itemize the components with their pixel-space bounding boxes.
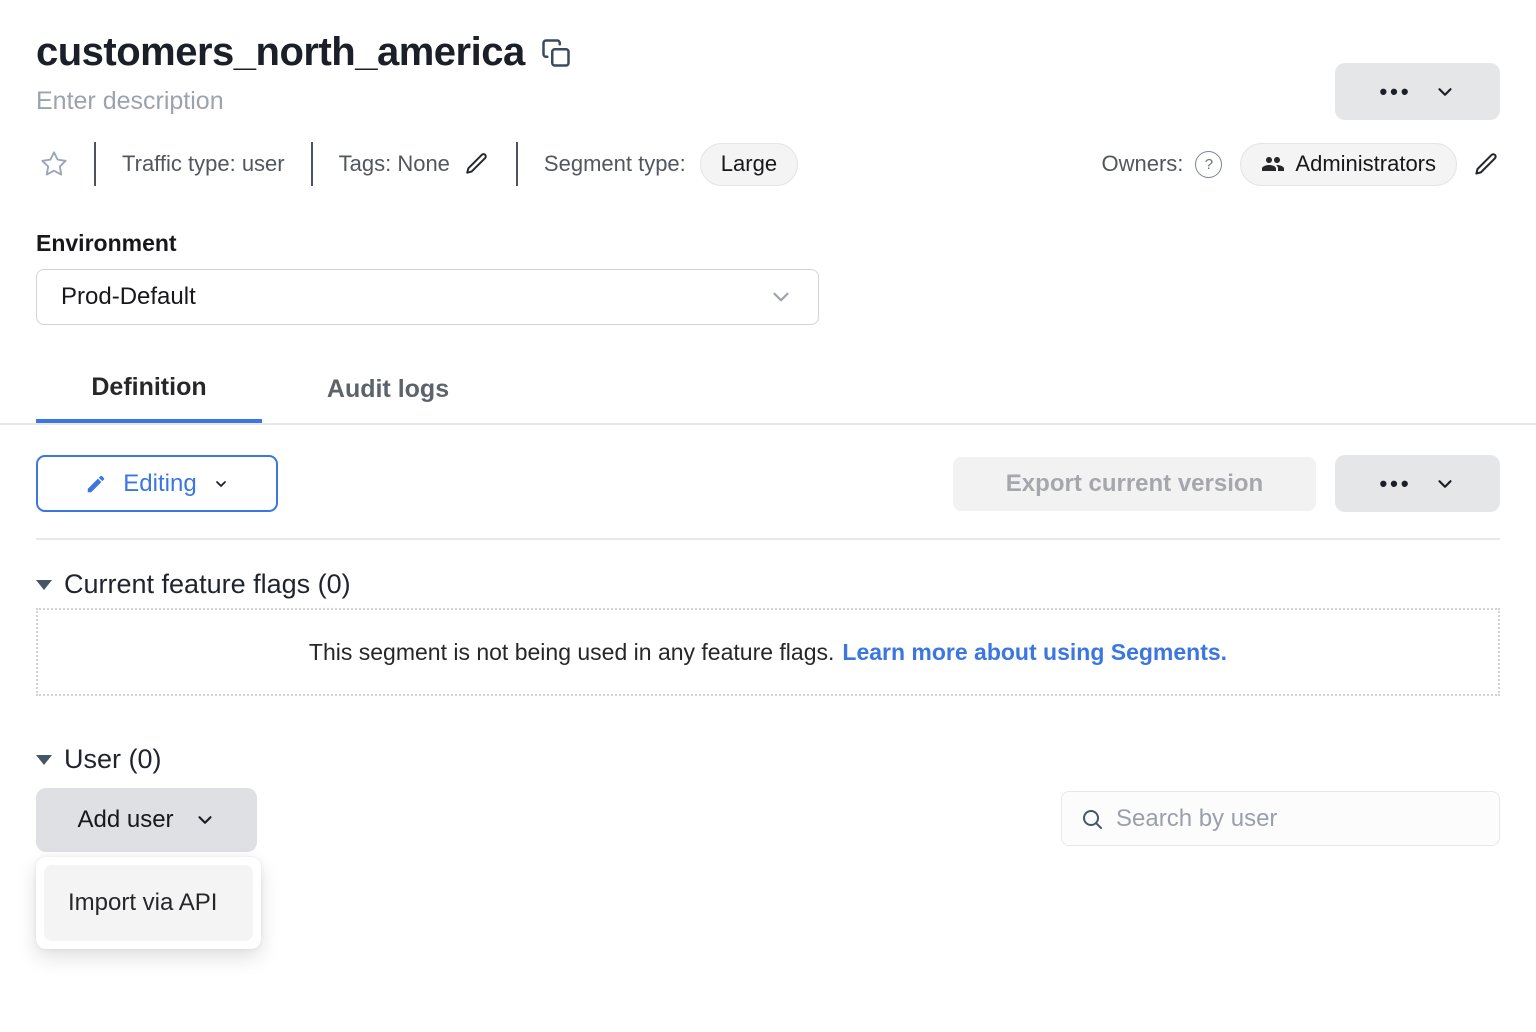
add-user-dropdown: Add user Import via API: [36, 788, 257, 852]
copy-icon[interactable]: [541, 38, 571, 68]
learn-more-link[interactable]: Learn more about using Segments.: [842, 639, 1227, 666]
divider: [516, 142, 518, 186]
tags-label: Tags: None: [339, 151, 450, 177]
header: customers_north_america •••: [36, 30, 1500, 75]
user-section-toggle[interactable]: User (0): [36, 744, 1500, 775]
feature-flags-heading: Current feature flags (0): [64, 569, 351, 600]
description-placeholder[interactable]: Enter description: [36, 87, 1500, 116]
user-search[interactable]: [1061, 791, 1500, 846]
segment-detail-page: customers_north_america ••• Enter descri…: [0, 30, 1536, 1032]
traffic-type-label: Traffic type: user: [122, 151, 285, 177]
pencil-icon: [85, 473, 107, 495]
chevron-down-icon: [1434, 473, 1456, 495]
feature-flags-empty-text: This segment is not being used in any fe…: [309, 639, 834, 666]
add-user-label: Add user: [77, 806, 173, 834]
owners-label: Owners:: [1101, 151, 1183, 177]
segment-type-badge: Large: [700, 143, 798, 186]
search-by-user-input[interactable]: [1116, 805, 1481, 833]
star-icon[interactable]: [40, 150, 68, 178]
segment-type-label: Segment type:: [544, 151, 686, 177]
search-icon: [1080, 807, 1104, 831]
environment-select[interactable]: Prod-Default: [36, 269, 819, 325]
collapse-triangle-icon: [36, 755, 52, 765]
meta-row: Traffic type: user Tags: None Segment ty…: [36, 142, 1500, 186]
owners-badge[interactable]: Administrators: [1240, 143, 1457, 186]
tab-bar: Definition Audit logs: [0, 355, 1536, 425]
export-current-version-button[interactable]: Export current version: [953, 457, 1316, 511]
meta-right: Owners: ? Administrators: [1101, 143, 1500, 186]
people-icon: [1261, 152, 1285, 176]
add-user-button[interactable]: Add user: [36, 788, 257, 852]
page-title: customers_north_america: [36, 30, 525, 75]
feature-flags-empty-box: This segment is not being used in any fe…: [36, 608, 1500, 696]
feature-flags-section-toggle[interactable]: Current feature flags (0): [36, 569, 1500, 600]
user-heading: User (0): [64, 744, 162, 775]
tab-definition[interactable]: Definition: [36, 355, 262, 423]
meta-left: Traffic type: user Tags: None Segment ty…: [36, 142, 798, 186]
header-more-button[interactable]: •••: [1335, 63, 1500, 120]
edit-tags-icon[interactable]: [464, 151, 490, 177]
divider: [36, 538, 1500, 540]
toolbar-right: Export current version •••: [953, 455, 1500, 512]
environment-selected-value: Prod-Default: [61, 283, 196, 311]
owners-value: Administrators: [1295, 151, 1436, 177]
editing-label: Editing: [123, 470, 196, 498]
ellipsis-icon: •••: [1379, 473, 1411, 495]
chevron-down-icon: [1434, 81, 1456, 103]
edit-owners-icon[interactable]: [1473, 151, 1500, 178]
chevron-down-icon: [213, 476, 229, 492]
tab-audit-logs[interactable]: Audit logs: [262, 355, 514, 423]
help-icon[interactable]: ?: [1195, 151, 1222, 178]
chevron-down-icon: [768, 284, 794, 310]
chevron-down-icon: [194, 809, 216, 831]
collapse-triangle-icon: [36, 580, 52, 590]
toolbar: Editing Export current version •••: [36, 455, 1500, 512]
menu-item-import-via-api[interactable]: Import via API: [44, 865, 253, 941]
editing-mode-button[interactable]: Editing: [36, 455, 278, 512]
add-user-menu: Import via API: [36, 857, 261, 949]
divider: [94, 142, 96, 186]
divider: [311, 142, 313, 186]
ellipsis-icon: •••: [1379, 81, 1411, 103]
user-row: Add user Import via API: [36, 788, 1500, 852]
environment-label: Environment: [36, 230, 1500, 257]
toolbar-more-button[interactable]: •••: [1335, 455, 1500, 512]
